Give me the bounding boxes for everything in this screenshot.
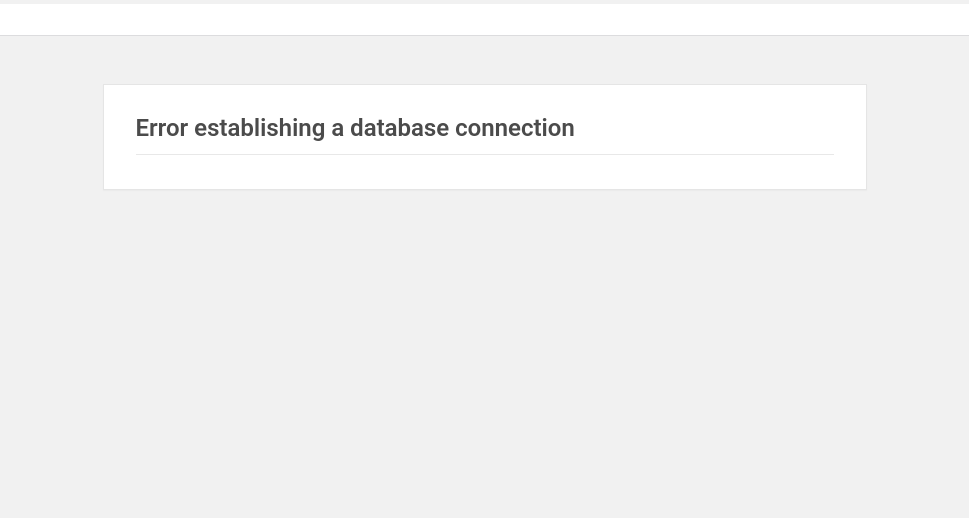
error-card: Error establishing a database connection bbox=[103, 84, 867, 190]
header-bar bbox=[0, 4, 969, 36]
content-wrap: Error establishing a database connection bbox=[0, 36, 969, 190]
error-heading: Error establishing a database connection bbox=[136, 113, 834, 155]
